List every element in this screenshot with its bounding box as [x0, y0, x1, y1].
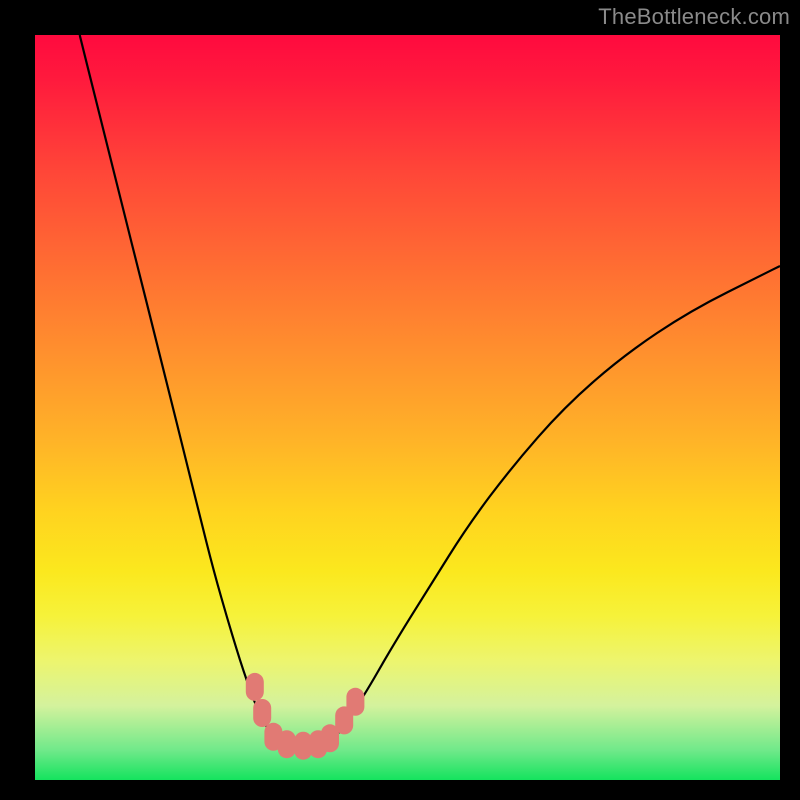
chart-frame: TheBottleneck.com: [0, 0, 800, 800]
curve-layer: [35, 35, 780, 780]
valley-marker: [278, 730, 296, 758]
valley-markers: [246, 673, 365, 760]
plot-area: [35, 35, 780, 780]
bottleneck-curve: [80, 35, 780, 746]
valley-marker: [246, 673, 264, 701]
valley-marker: [346, 688, 364, 716]
watermark-text: TheBottleneck.com: [598, 4, 790, 30]
valley-marker: [253, 699, 271, 727]
